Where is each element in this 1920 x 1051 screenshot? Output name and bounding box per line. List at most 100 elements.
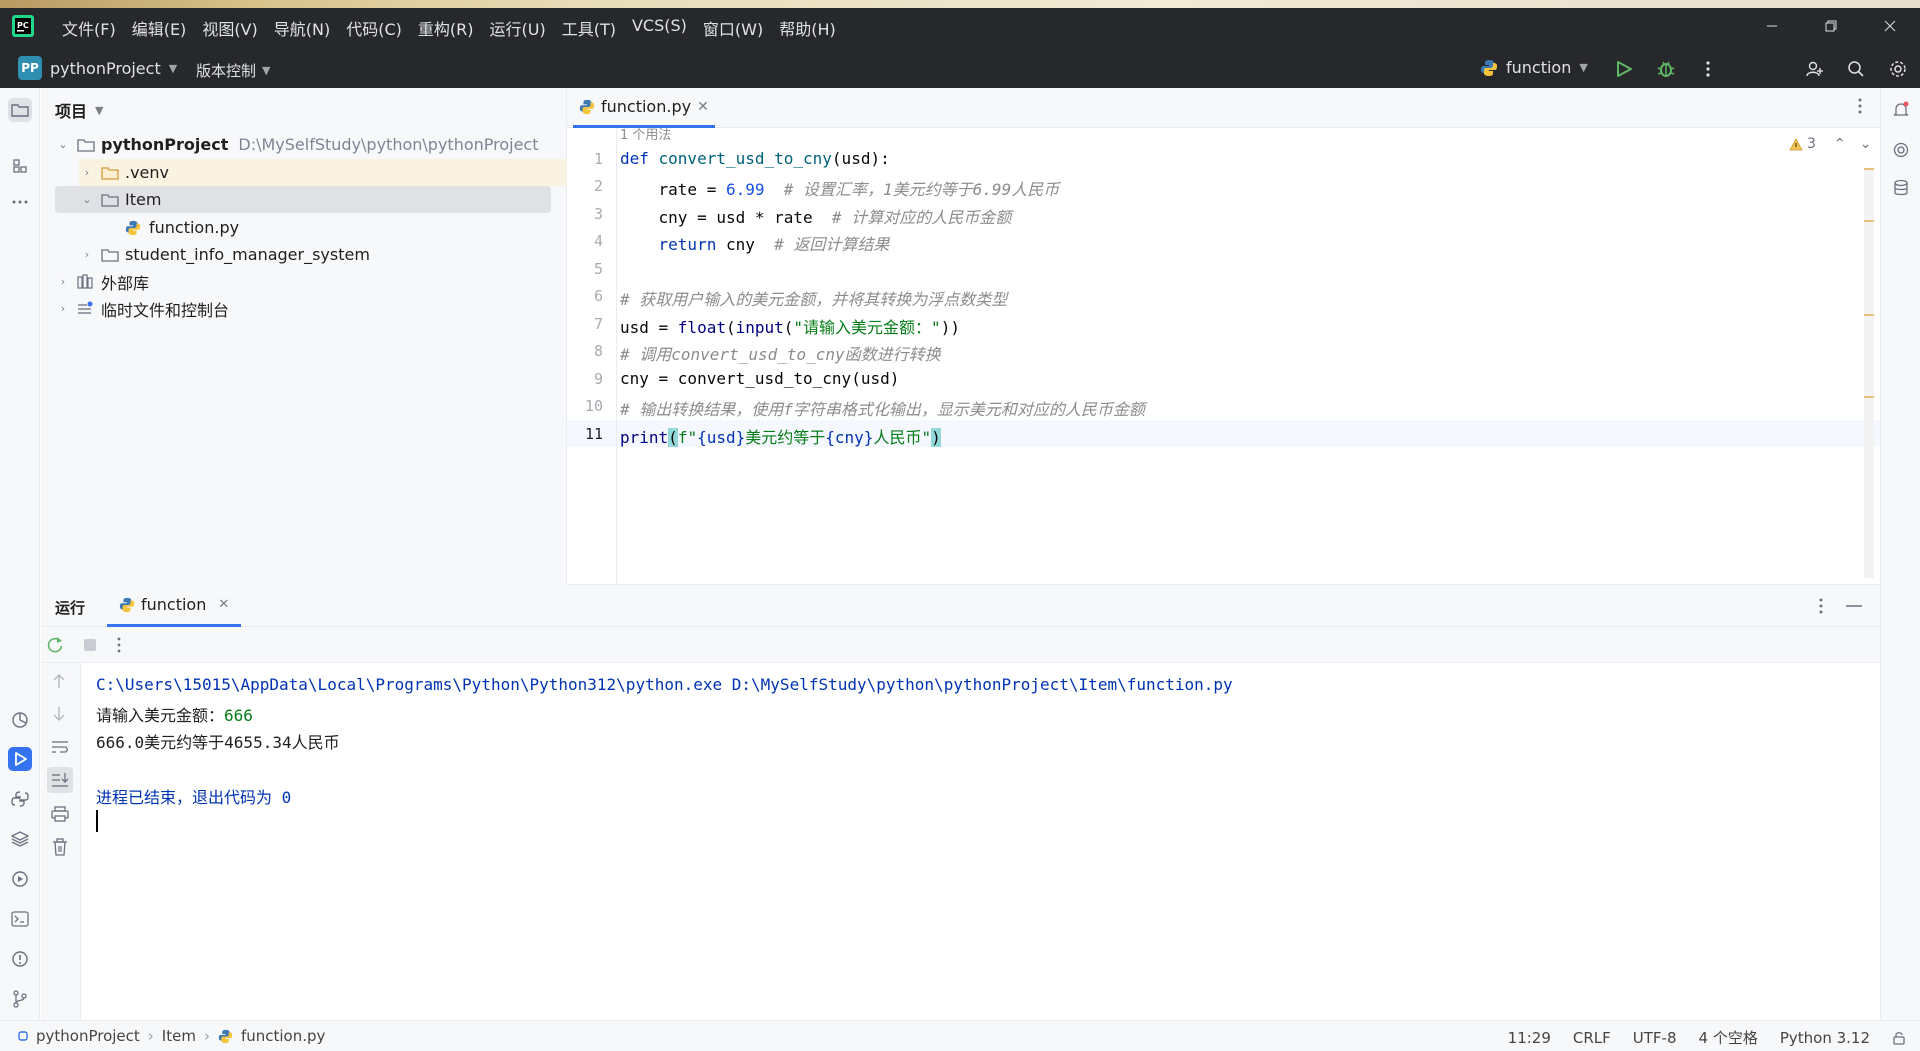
chevron-down-icon: ▼ xyxy=(95,103,104,117)
layers-icon[interactable] xyxy=(8,827,32,851)
console-command-line[interactable]: C:\Users\15015\AppData\Local\Programs\Py… xyxy=(96,675,1233,694)
project-switcher[interactable]: PP pythonProject ▼ xyxy=(18,54,177,82)
minimize-panel-icon[interactable] xyxy=(1846,605,1862,607)
expand-arrow-icon[interactable]: › xyxy=(79,248,95,261)
tree-item-item-folder[interactable]: ⌄ Item xyxy=(55,186,551,213)
menu-edit[interactable]: 编辑(E) xyxy=(124,14,195,42)
python-file-icon xyxy=(1480,59,1498,77)
caret-position[interactable]: 11:29 xyxy=(1508,1029,1551,1047)
scroll-marker xyxy=(1864,396,1874,398)
menu-view[interactable]: 视图(V) xyxy=(194,14,265,42)
scroll-up-icon[interactable] xyxy=(52,673,66,689)
run-config-selector[interactable]: function ▼ xyxy=(1480,58,1588,77)
tree-item-function-py[interactable]: function.py xyxy=(125,214,239,241)
prev-highlight-icon[interactable]: ⌃ xyxy=(1834,136,1846,152)
trash-icon[interactable] xyxy=(52,838,68,856)
print-icon[interactable] xyxy=(51,806,69,822)
pycharm-logo-icon[interactable]: PC xyxy=(12,15,34,37)
more-tools-icon[interactable] xyxy=(8,190,32,214)
project-panel-header[interactable]: 项目 ▼ xyxy=(55,98,103,122)
scroll-down-icon[interactable] xyxy=(52,706,66,722)
module-icon xyxy=(18,1031,28,1041)
menu-run[interactable]: 运行(U) xyxy=(482,14,554,42)
expand-arrow-icon[interactable]: › xyxy=(55,302,71,315)
run-icon[interactable] xyxy=(1613,58,1635,80)
run-more-icon[interactable] xyxy=(1819,598,1823,614)
database-icon[interactable] xyxy=(1889,176,1913,200)
file-encoding[interactable]: UTF-8 xyxy=(1633,1029,1677,1047)
console-prompt-line: 请输入美元金额：666 xyxy=(96,706,253,725)
ai-assistant-icon[interactable] xyxy=(1889,138,1913,162)
editor-more-icon[interactable] xyxy=(1858,98,1862,114)
project-folder-icon[interactable] xyxy=(8,98,32,122)
menu-window[interactable]: 窗口(W) xyxy=(695,14,771,42)
inspection-widget[interactable]: 3 ⌃ ⌄ xyxy=(1789,136,1871,152)
add-user-icon[interactable] xyxy=(1804,58,1826,80)
settings-icon[interactable] xyxy=(1887,58,1909,80)
indent-setting[interactable]: 4 个空格 xyxy=(1699,1027,1758,1048)
tree-item-scratches[interactable]: › 临时文件和控制台 xyxy=(55,295,229,322)
notification-icon[interactable] xyxy=(1889,98,1913,122)
expand-arrow-icon[interactable]: › xyxy=(79,166,95,179)
breadcrumb-file[interactable]: function.py xyxy=(241,1027,325,1045)
python-interpreter[interactable]: Python 3.12 xyxy=(1780,1029,1870,1047)
structure-icon[interactable] xyxy=(8,154,32,178)
code-editor[interactable]: 1 2 3 4 5 6 7 8 9 10 11 1 个用法 def conver… xyxy=(567,128,1880,585)
folder-icon xyxy=(77,137,95,153)
tree-item-student-info[interactable]: › student_info_manager_system xyxy=(79,241,370,268)
tree-item-label: Item xyxy=(125,190,162,209)
run-tab-function[interactable]: function ✕ xyxy=(107,585,242,627)
expand-arrow-icon[interactable]: › xyxy=(55,275,71,288)
soft-wrap-icon[interactable] xyxy=(51,739,69,755)
menu-navigate[interactable]: 导航(N) xyxy=(266,14,338,42)
menu-tools[interactable]: 工具(T) xyxy=(554,14,624,42)
restore-button[interactable] xyxy=(1811,14,1851,38)
python-file-icon xyxy=(119,597,135,613)
lock-icon[interactable] xyxy=(1892,1031,1906,1045)
git-icon[interactable] xyxy=(8,987,32,1011)
expand-arrow-icon[interactable]: ⌄ xyxy=(55,138,71,151)
line-number: 6 xyxy=(593,287,603,305)
close-tab-icon[interactable]: ✕ xyxy=(697,99,709,115)
menu-help[interactable]: 帮助(H) xyxy=(771,14,844,42)
close-window-button[interactable] xyxy=(1870,14,1910,38)
terminal-icon[interactable] xyxy=(8,907,32,931)
next-highlight-icon[interactable]: ⌄ xyxy=(1860,136,1872,152)
svg-text:PC: PC xyxy=(17,21,29,30)
breadcrumb: pythonProject › Item › function.py xyxy=(18,1027,325,1045)
search-icon[interactable] xyxy=(1845,58,1867,80)
console-exit-line: 进程已结束，退出代码为 0 xyxy=(96,788,292,807)
problems-icon[interactable] xyxy=(8,947,32,971)
code-line-6: # 获取用户输入的美元金额，并将其转换为浮点数类型 xyxy=(620,290,1008,309)
run-tool-icon[interactable] xyxy=(8,747,32,771)
editor-tab-function-py[interactable]: function.py ✕ xyxy=(573,88,715,128)
tree-root-project[interactable]: ⌄ pythonProject D:\MySelfStudy\python\py… xyxy=(55,131,538,158)
scroll-to-end-icon[interactable] xyxy=(47,767,73,793)
tree-item-external-libs[interactable]: › 外部库 xyxy=(55,268,149,295)
menu-vcs[interactable]: VCS(S) xyxy=(624,14,695,42)
minimize-button[interactable] xyxy=(1752,14,1792,38)
rerun-icon[interactable] xyxy=(46,636,64,654)
menu-file[interactable]: 文件(F) xyxy=(54,14,124,42)
stop-icon[interactable] xyxy=(83,638,97,652)
menu-refactor[interactable]: 重构(R) xyxy=(410,14,482,42)
debug-icon[interactable] xyxy=(1655,58,1677,80)
usage-hint[interactable]: 1 个用法 xyxy=(620,124,671,143)
line-number-gutter: 1 2 3 4 5 6 7 8 9 10 11 xyxy=(567,128,617,585)
run-console[interactable]: C:\Users\15015\AppData\Local\Programs\Py… xyxy=(96,663,1866,1020)
menu-code[interactable]: 代码(C) xyxy=(338,14,410,42)
python-packages-icon[interactable] xyxy=(8,708,32,732)
editor-tab-bar: function.py ✕ xyxy=(567,88,1880,128)
breadcrumb-folder[interactable]: Item xyxy=(162,1027,196,1045)
python-console-icon[interactable] xyxy=(8,787,32,811)
expand-arrow-icon[interactable]: ⌄ xyxy=(79,193,95,206)
breadcrumb-project[interactable]: pythonProject xyxy=(36,1027,140,1045)
vcs-menu[interactable]: 版本控制 ▼ xyxy=(196,60,270,81)
tree-item-venv[interactable]: › .venv xyxy=(79,159,567,186)
close-tab-icon[interactable]: ✕ xyxy=(218,597,229,612)
editor-scrollbar[interactable] xyxy=(1864,168,1874,578)
more-icon[interactable] xyxy=(117,637,121,653)
services-icon[interactable] xyxy=(8,867,32,891)
line-ending[interactable]: CRLF xyxy=(1573,1029,1611,1047)
more-actions-icon[interactable] xyxy=(1697,58,1719,80)
